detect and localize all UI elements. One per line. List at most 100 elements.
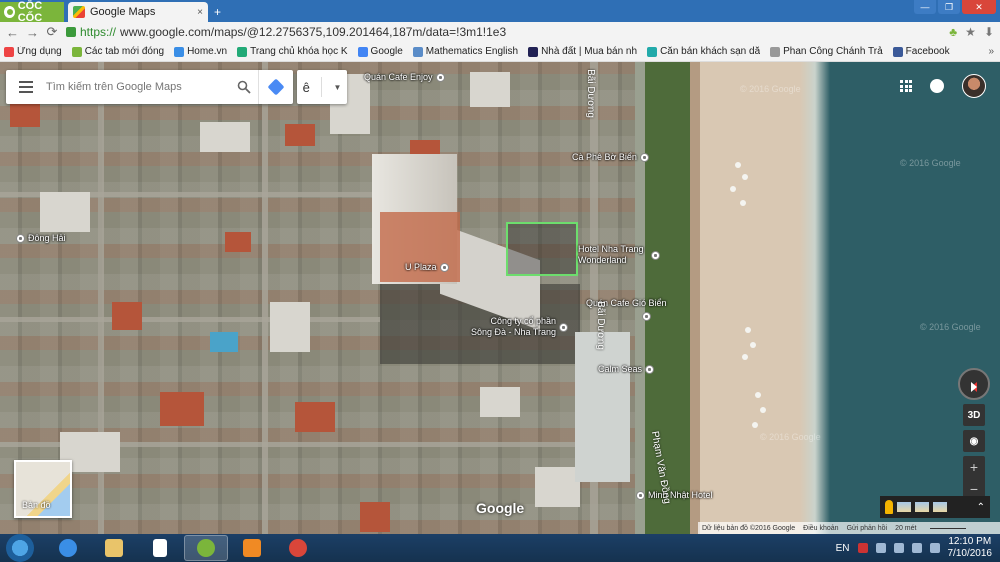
url-protocol: https:// xyxy=(80,25,117,39)
poi-gio-bien-marker[interactable] xyxy=(642,312,651,321)
coccoc-logo-icon xyxy=(4,6,15,18)
download-icon[interactable]: ⬇ xyxy=(984,25,994,39)
3d-button[interactable]: 3D xyxy=(963,404,985,426)
notifications-icon[interactable] xyxy=(930,79,944,93)
language-indicator[interactable]: EN xyxy=(836,543,850,554)
bookmark-site-icon xyxy=(647,46,658,57)
minimize-button[interactable]: — xyxy=(914,0,936,14)
tab-close-button[interactable]: × xyxy=(197,7,203,18)
taskbar-explorer[interactable] xyxy=(92,535,136,561)
bookmark-hotel[interactable]: Căn bán khách sạn dă xyxy=(647,46,760,57)
app-icon xyxy=(289,539,307,557)
feedback-link[interactable]: Gửi phản hồi xyxy=(847,525,888,532)
bookmark-course[interactable]: Trang chủ khóa học K xyxy=(237,46,348,57)
google-maps-favicon-icon xyxy=(73,6,85,18)
imagery-thumbnail[interactable] xyxy=(897,502,911,512)
network-icon[interactable] xyxy=(875,543,886,553)
pegman-icon[interactable] xyxy=(885,500,893,514)
media-player-icon xyxy=(243,539,261,557)
building-icon xyxy=(439,262,449,272)
poi-cong-ty-song-da[interactable]: Công ty cổ phần Sông Đà - Nha Trang xyxy=(470,316,568,338)
taskbar-document[interactable] xyxy=(138,535,182,561)
url-field[interactable]: https://www.google.com/maps/@12.2756375,… xyxy=(66,23,941,41)
signal-icon[interactable] xyxy=(911,543,922,553)
coccoc-icon xyxy=(197,539,215,557)
chevron-up-icon[interactable]: ⌃ xyxy=(977,502,985,513)
scale-bar xyxy=(930,527,967,529)
company-icon xyxy=(559,322,568,332)
poi-u-plaza[interactable]: U Plaza xyxy=(405,262,449,272)
poi-label: Hotel Nha Trang Wonderland xyxy=(578,244,644,265)
bookmark-star-icon[interactable]: ★ xyxy=(965,25,976,39)
volume-icon[interactable] xyxy=(929,543,940,553)
map-data-credit: Dữ liệu bản đồ ©2016 Google xyxy=(702,524,796,532)
search-icon[interactable] xyxy=(229,70,259,104)
new-tab-button[interactable]: + xyxy=(214,5,221,19)
bookmarks-more-button[interactable]: » xyxy=(988,46,994,57)
satellite-map[interactable]: © 2016 Google © 2016 Google © 2016 Googl… xyxy=(0,62,1000,534)
poi-quan-cafe-enjoy[interactable]: Quán Cafe Enjoy xyxy=(364,72,445,82)
map-watermark: © 2016 Google xyxy=(760,432,821,442)
poi-label: Calm Seas xyxy=(598,364,643,374)
scale-label[interactable]: 20 mét xyxy=(895,525,916,532)
poi-hotel-nha-trang[interactable]: Hotel Nha Trang Wonderland xyxy=(578,244,660,266)
bookmark-closed-tabs[interactable]: Các tab mới đóng xyxy=(71,46,165,57)
reload-button[interactable]: ⟳ xyxy=(46,24,58,40)
hotel-icon xyxy=(651,250,660,260)
taskbar-ie[interactable] xyxy=(46,535,90,561)
bookmark-nha-dat[interactable]: Nhà đất | Mua bán nh xyxy=(528,46,637,57)
flag-icon[interactable] xyxy=(893,543,904,553)
bookmark-label: Các tab mới đóng xyxy=(84,46,165,57)
apps-grid-icon[interactable] xyxy=(900,80,912,92)
url-text: www.google.com/maps/@12.2756375,109.2014… xyxy=(120,25,507,39)
bookmark-home-vn[interactable]: Home.vn xyxy=(174,46,227,57)
bookmark-google[interactable]: Google xyxy=(357,46,403,57)
address-bar: ← → ⟳ https://www.google.com/maps/@12.27… xyxy=(0,22,1000,42)
maximize-button[interactable]: ❐ xyxy=(938,0,960,14)
close-window-button[interactable]: ✕ xyxy=(962,0,996,14)
poi-calm-seas[interactable]: Calm Seas xyxy=(598,364,655,374)
map-layer-toggle[interactable]: Bản đồ xyxy=(14,460,72,518)
browser-tabbar: CỐC CỐC Google Maps × + — ❐ ✕ xyxy=(0,0,1000,24)
coccoc-brand[interactable]: CỐC CỐC xyxy=(0,0,64,24)
poi-minh-nhat-hotel[interactable]: Minh Nhật Hotel xyxy=(636,490,713,500)
taskbar-coccoc[interactable] xyxy=(184,535,228,561)
forward-button[interactable]: → xyxy=(26,25,39,40)
poi-ca-phe-bo-bien[interactable]: Cà Phê Bờ Biển xyxy=(572,152,649,162)
taskbar-app[interactable] xyxy=(276,535,320,561)
shoreline xyxy=(800,62,830,534)
start-button[interactable] xyxy=(6,534,34,562)
selected-area-highlight[interactable] xyxy=(506,222,578,276)
back-button[interactable]: ← xyxy=(6,25,19,40)
tab-google-maps[interactable]: Google Maps × xyxy=(68,2,208,22)
imagery-thumbnail[interactable] xyxy=(933,502,947,512)
bookmark-label: Mathematics English xyxy=(425,46,519,57)
language-selector[interactable]: ê ▼ xyxy=(297,70,347,104)
cafe-icon xyxy=(639,152,649,162)
shield-icon[interactable] xyxy=(857,543,868,553)
directions-icon[interactable] xyxy=(259,70,293,104)
zoom-in-button[interactable]: + xyxy=(963,456,985,478)
coccoc-leaf-icon[interactable]: ♣ xyxy=(949,25,957,39)
road-label-bai-duong: Bãi Dương xyxy=(594,301,606,350)
terms-link[interactable]: Điều khoản xyxy=(803,525,838,532)
poi-label: U Plaza xyxy=(405,262,437,272)
hotel-icon xyxy=(645,364,655,374)
clock[interactable]: 12:10 PM 7/10/2016 xyxy=(948,536,993,560)
search-input[interactable] xyxy=(46,81,229,93)
bookmark-facebook[interactable]: Facebook xyxy=(892,46,950,57)
menu-icon[interactable] xyxy=(6,81,46,93)
my-location-button[interactable]: ◉ xyxy=(963,430,985,452)
compass-icon[interactable] xyxy=(958,368,990,400)
bookmark-ung-dung[interactable]: Ứng dụng xyxy=(4,46,62,57)
bookmark-phan-cong[interactable]: Phan Công Chánh Trả xyxy=(770,46,883,57)
poi-dong-hai[interactable]: Đông Hải xyxy=(16,233,66,243)
windows-taskbar: EN 12:10 PM 7/10/2016 xyxy=(0,534,1000,562)
taskbar-media[interactable] xyxy=(230,535,274,561)
window-controls: — ❐ ✕ xyxy=(914,0,996,14)
imagery-thumbnail[interactable] xyxy=(915,502,929,512)
building xyxy=(575,332,630,482)
avatar[interactable] xyxy=(962,74,986,98)
bookmark-math-english[interactable]: Mathematics English xyxy=(412,46,519,57)
maps-search-box xyxy=(6,70,293,104)
